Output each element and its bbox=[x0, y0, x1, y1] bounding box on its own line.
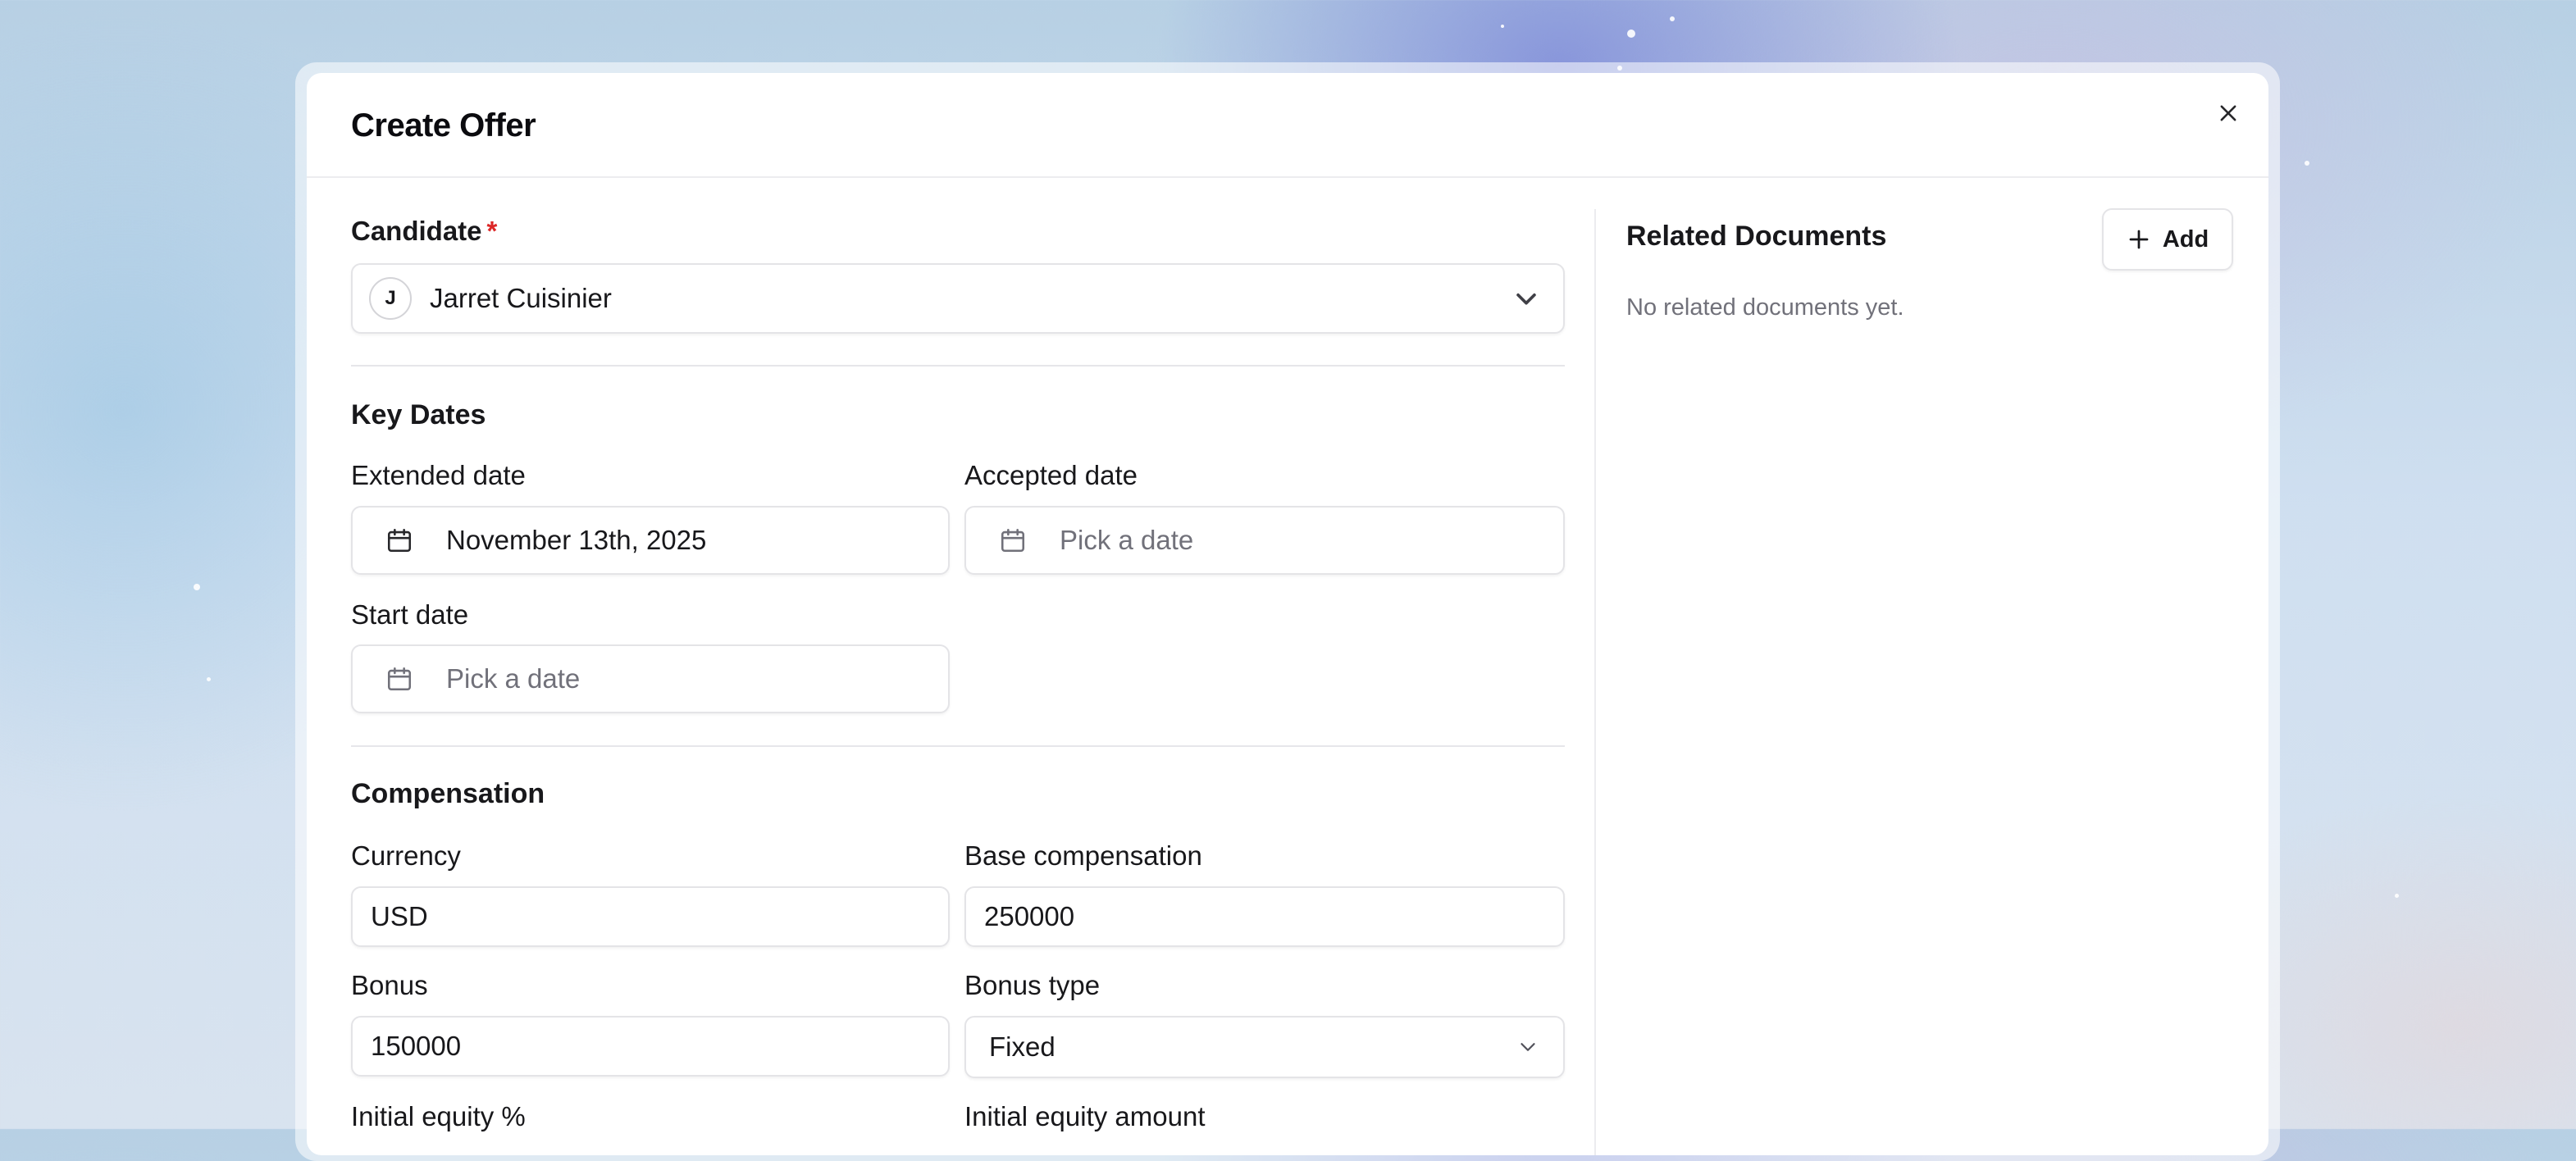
column-divider bbox=[1594, 209, 1596, 1155]
key-dates-title: Key Dates bbox=[351, 399, 486, 430]
accepted-date-label: Accepted date bbox=[964, 460, 1138, 490]
add-document-button[interactable]: Add bbox=[2102, 208, 2233, 271]
chevron-down-icon bbox=[1516, 293, 1536, 305]
compensation-title: Compensation bbox=[351, 778, 545, 809]
section-divider bbox=[351, 745, 1565, 747]
extended-date-picker[interactable]: November 13th, 2025 bbox=[351, 506, 950, 575]
chevron-down-icon bbox=[1521, 1043, 1535, 1051]
bonus-type-select[interactable]: Fixed bbox=[964, 1016, 1565, 1078]
calendar-icon bbox=[1001, 528, 1025, 553]
bonus-type-label: Bonus type bbox=[964, 970, 1101, 1000]
accepted-date-placeholder: Pick a date bbox=[1060, 525, 1194, 555]
bonus-type-value: Fixed bbox=[989, 1031, 1055, 1062]
background-star bbox=[1670, 16, 1675, 21]
avatar: J bbox=[369, 277, 412, 320]
create-offer-dialog: Create Offer Candidate * J Jarret Cuisini… bbox=[307, 73, 2268, 1155]
candidate-label-text: Candidate bbox=[351, 216, 482, 246]
currency-value: USD bbox=[371, 901, 428, 931]
currency-label: Currency bbox=[351, 840, 461, 871]
background-star bbox=[1627, 30, 1635, 38]
calendar-icon bbox=[387, 667, 412, 691]
base-compensation-value: 250000 bbox=[984, 901, 1075, 931]
close-icon bbox=[2220, 105, 2236, 121]
candidate-select[interactable]: J Jarret Cuisinier bbox=[351, 263, 1565, 334]
background-star bbox=[2395, 894, 2399, 898]
related-documents-title: Related Documents bbox=[1626, 221, 1887, 252]
background-star bbox=[194, 584, 200, 590]
currency-input[interactable]: USD bbox=[351, 886, 950, 947]
extended-date-label: Extended date bbox=[351, 460, 526, 490]
plus-icon bbox=[2129, 230, 2149, 249]
extended-date-value: November 13th, 2025 bbox=[446, 525, 707, 555]
start-date-placeholder: Pick a date bbox=[446, 663, 581, 694]
close-button[interactable] bbox=[2209, 94, 2247, 132]
background-star bbox=[2305, 161, 2309, 166]
start-date-label: Start date bbox=[351, 599, 469, 630]
bonus-input[interactable]: 150000 bbox=[351, 1016, 950, 1077]
bonus-label: Bonus bbox=[351, 970, 428, 1000]
add-document-label: Add bbox=[2162, 225, 2209, 253]
candidate-label: Candidate * bbox=[351, 216, 497, 247]
initial-equity-amount-label: Initial equity amount bbox=[964, 1101, 1206, 1131]
dialog-title: Create Offer bbox=[351, 107, 536, 143]
bonus-value: 150000 bbox=[371, 1031, 462, 1061]
base-compensation-input[interactable]: 250000 bbox=[964, 886, 1565, 947]
accepted-date-picker[interactable]: Pick a date bbox=[964, 506, 1565, 575]
calendar-icon bbox=[387, 528, 412, 553]
dialog-header: Create Offer bbox=[307, 73, 2268, 178]
start-date-picker[interactable]: Pick a date bbox=[351, 644, 950, 713]
related-documents-empty-text: No related documents yet. bbox=[1626, 294, 1904, 321]
base-compensation-label: Base compensation bbox=[964, 840, 1202, 871]
background-star bbox=[1501, 25, 1504, 28]
initial-equity-percent-label: Initial equity % bbox=[351, 1101, 526, 1131]
candidate-value: Jarret Cuisinier bbox=[430, 283, 612, 313]
background-star bbox=[207, 677, 211, 681]
section-divider bbox=[351, 365, 1565, 367]
required-mark: * bbox=[486, 216, 498, 246]
